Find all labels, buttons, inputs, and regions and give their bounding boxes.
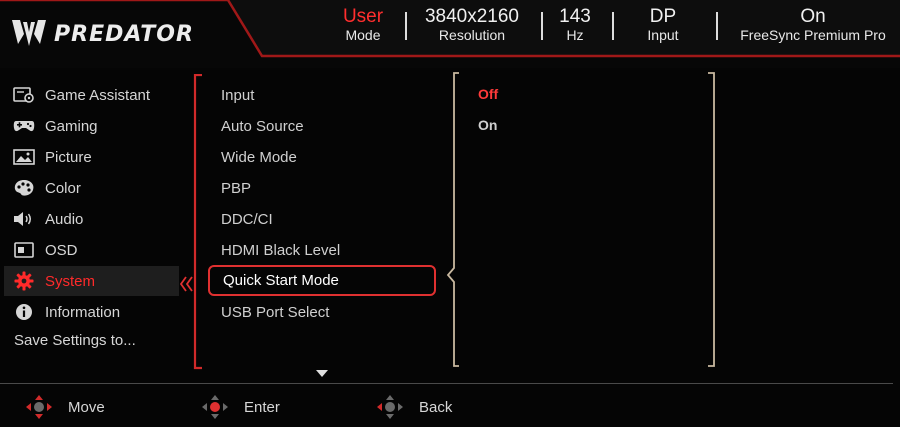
options-left-bracket <box>446 72 459 367</box>
dpad-move-icon <box>26 395 52 419</box>
status-resolution: 3840x2160 Resolution <box>416 7 528 45</box>
sidebar-item-label: System <box>45 272 96 290</box>
sidebar-item-osd[interactable]: OSD <box>4 235 179 265</box>
dpad-back-icon <box>377 395 403 419</box>
status-mode-label: Mode <box>345 27 381 43</box>
predator-emblem-icon <box>12 20 46 46</box>
brand-name: PREDATOR <box>54 21 194 47</box>
status-input-label: Input <box>647 27 679 43</box>
submenu-item-input[interactable]: Input <box>208 80 436 110</box>
hint-back: Back <box>375 394 452 420</box>
status-mode-value: User <box>342 6 384 27</box>
sidebar-item-picture[interactable]: Picture <box>4 142 179 172</box>
save-settings-item[interactable]: Save Settings to... <box>14 332 136 349</box>
hint-label: Back <box>419 398 453 416</box>
sidebar-item-label: Picture <box>45 148 92 166</box>
status-divider <box>716 12 718 40</box>
submenu-item-usb-port-select[interactable]: USB Port Select <box>208 297 436 327</box>
picture-icon <box>12 148 36 166</box>
submenu-item-hdmi-black-level[interactable]: HDMI Black Level <box>208 235 436 265</box>
hint-enter: Enter <box>200 394 280 420</box>
dpad-enter-icon <box>202 395 228 419</box>
status-divider <box>612 12 614 40</box>
status-freesync: On FreeSync Premium Pro <box>730 7 896 45</box>
status-divider <box>541 12 543 40</box>
submenu-item-auto-source[interactable]: Auto Source <box>208 111 436 141</box>
submenu-item-pbp[interactable]: PBP <box>208 173 436 203</box>
predator-logo: PREDATOR <box>12 20 194 48</box>
sidebar-item-label: OSD <box>45 241 78 259</box>
sidebar-item-game-assistant[interactable]: Game Assistant <box>4 80 179 110</box>
submenu-item-quick-start-mode[interactable]: Quick Start Mode <box>208 265 436 296</box>
sidebar-item-color[interactable]: Color <box>4 173 179 203</box>
status-resolution-label: Resolution <box>438 27 506 43</box>
sidebar-item-label: Gaming <box>45 117 98 135</box>
sidebar-item-gaming[interactable]: Gaming <box>4 111 179 141</box>
osd-icon <box>12 241 36 259</box>
option-on[interactable]: On <box>478 117 497 133</box>
sidebar-item-system[interactable]: System <box>4 266 179 296</box>
footer-divider <box>0 383 893 384</box>
speaker-icon <box>12 210 36 228</box>
header-bar: PREDATOR User Mode 3840x2160 Resolution … <box>0 0 900 68</box>
gear-icon <box>12 271 36 291</box>
sidebar-item-audio[interactable]: Audio <box>4 204 179 234</box>
status-freesync-label: FreeSync Premium Pro <box>740 27 886 43</box>
status-divider <box>405 12 407 40</box>
game-assistant-icon <box>12 86 36 104</box>
hint-label: Enter <box>244 398 280 416</box>
status-refresh-rate: 143 Hz <box>553 7 597 45</box>
hint-move: Move <box>24 394 105 420</box>
submenu-item-wide-mode[interactable]: Wide Mode <box>208 142 436 172</box>
info-icon <box>12 303 36 321</box>
status-mode: User Mode <box>337 7 389 45</box>
gamepad-icon <box>12 117 36 135</box>
sidebar-item-information[interactable]: Information <box>4 297 179 327</box>
sidebar-item-label: Audio <box>45 210 84 228</box>
options-right-bracket <box>708 72 715 367</box>
submenu-left-bracket <box>193 74 202 370</box>
status-refresh-value: 143 <box>559 6 591 27</box>
status-resolution-value: 3840x2160 <box>424 6 520 27</box>
sidebar-item-label: Information <box>45 303 121 321</box>
option-off[interactable]: Off <box>478 86 498 102</box>
hint-label: Move <box>68 398 105 416</box>
status-input: DP Input <box>640 7 686 45</box>
sidebar-item-label: Color <box>45 179 81 197</box>
submenu-item-ddc-ci[interactable]: DDC/CI <box>208 204 436 234</box>
scroll-down-arrow-icon[interactable] <box>316 370 328 377</box>
status-refresh-label: Hz <box>566 27 584 43</box>
status-freesync-value: On <box>800 6 826 27</box>
status-input-value: DP <box>649 6 677 27</box>
palette-icon <box>12 179 36 197</box>
sidebar-item-label: Game Assistant <box>45 86 151 104</box>
